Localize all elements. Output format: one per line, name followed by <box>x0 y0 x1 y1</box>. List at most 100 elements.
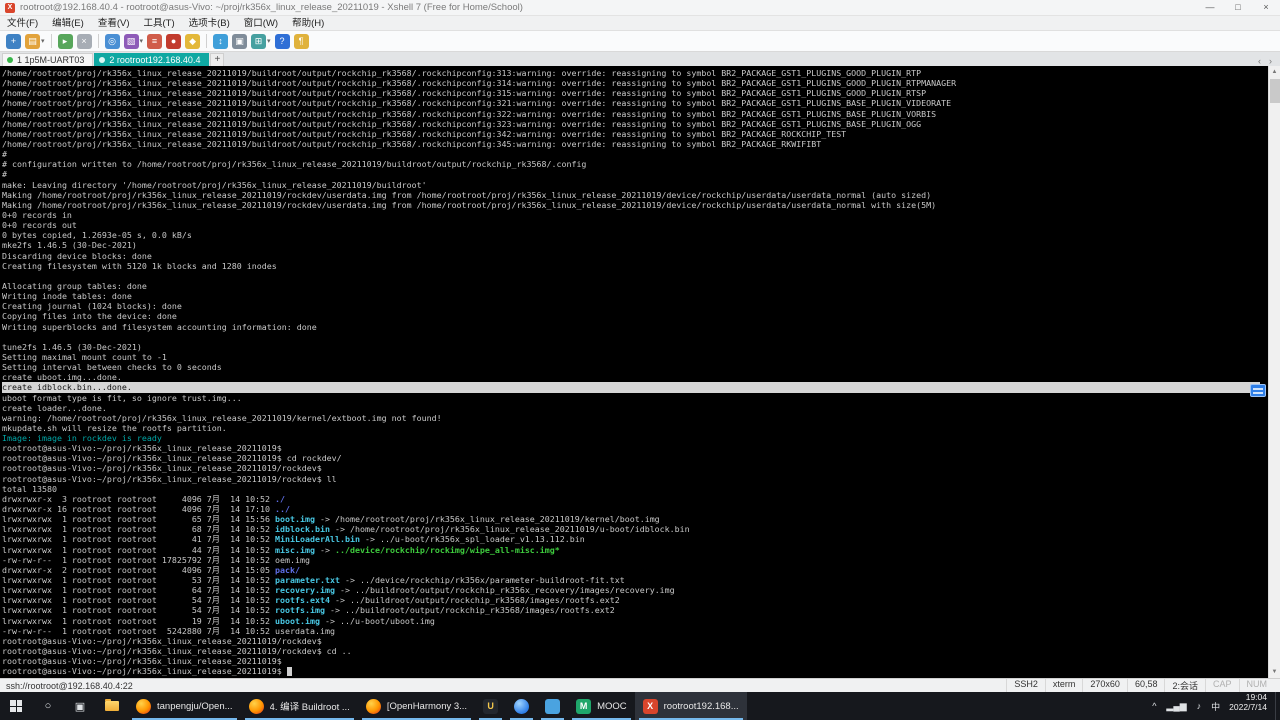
session-tab-1[interactable]: 1 1p5M-UART03 <box>2 53 94 66</box>
scrollbar-down-icon[interactable]: ▼ <box>1269 666 1280 678</box>
taskbar-app-browser[interactable] <box>506 692 537 720</box>
terminal-line: 0+0 records out <box>2 220 77 231</box>
file-transfer-icon[interactable]: ↕ <box>213 33 229 49</box>
record-icon[interactable]: ● <box>166 33 182 49</box>
mooc-icon: M <box>576 698 592 714</box>
quick-command-icon: ≡ <box>147 33 163 49</box>
terminal-line: warning: /home/rootroot/proj/rk356x_linu… <box>2 412 442 423</box>
layout-icon: ⊞ <box>251 33 267 49</box>
terminal-line: /home/rootroot/proj/rk356x_linux_release… <box>2 108 937 119</box>
new-session-icon[interactable]: + <box>6 33 21 49</box>
volume-icon[interactable]: ♪ <box>1192 701 1207 711</box>
dropdown-arrow-icon: ▾ <box>41 38 45 45</box>
taskbar-app-ultraedit[interactable]: U <box>475 692 506 720</box>
session-status-icon <box>99 57 106 63</box>
terminal-scrollbar[interactable]: ▲ ▼ <box>1268 66 1280 678</box>
start-button[interactable] <box>0 692 32 720</box>
record-icon: ● <box>166 33 182 49</box>
terminal-line: lrwxrwxrwx 1 rootroot rootroot 65 7月 14 … <box>2 514 660 525</box>
menu-item[interactable]: 查看(V) <box>91 16 137 31</box>
taskbar-apps: tanpengju/Open... 4. 编译 Buildroot ... [Ope… <box>128 692 747 720</box>
terminal-line: /home/rootroot/proj/rk356x_linux_release… <box>2 98 952 109</box>
taskbar-app-label: [OpenHarmony 3... <box>386 700 468 712</box>
menu-item[interactable]: 窗口(W) <box>237 16 285 31</box>
maximize-button[interactable]: □ <box>1224 0 1252 15</box>
disconnect-icon: × <box>76 33 92 49</box>
scrollbar-thumb[interactable] <box>1270 79 1280 103</box>
terminal-line: make: Leaving directory '/home/rootroot/… <box>2 179 427 190</box>
menu-item[interactable]: 工具(T) <box>136 16 181 31</box>
dropdown-arrow-icon: ▾ <box>267 38 271 45</box>
terminal-line: lrwxrwxrwx 1 rootroot rootroot 54 7月 14 … <box>2 605 615 616</box>
terminal[interactable]: /home/rootroot/proj/rk356x_linux_release… <box>0 66 1280 678</box>
xshell-icon: X <box>642 698 658 714</box>
file-explorer-icon[interactable] <box>96 692 128 720</box>
chat-icon[interactable]: ¶ <box>293 33 309 49</box>
task-view-icon: ▣ <box>74 700 86 713</box>
tab-scroll-controls: ‹ › <box>1254 56 1280 66</box>
taskbar-app-buildroot-doc[interactable]: 4. 编译 Buildroot ... <box>241 692 358 720</box>
menu-item[interactable]: 帮助(H) <box>285 16 331 31</box>
terminal-line: mkupdate.sh will resize the rootfs parti… <box>2 422 227 433</box>
disconnect-icon[interactable]: × <box>76 33 92 49</box>
network-icon[interactable]: ▂▄▆ <box>1161 701 1191 712</box>
open-sessions-icon: ▤ <box>25 33 40 49</box>
taskbar-app-mooc[interactable]: M MOOC <box>568 692 635 720</box>
tab-bar: 1 1p5M-UART03 2 rootroot192.168.40.4 + ‹ … <box>0 52 1280 66</box>
file-transfer-icon: ↕ <box>213 33 229 49</box>
toolbar: + ▤ ▾ ▸ × ◎ ▧ ▾ ≡ ● ◆ ↕ ▣ ⊞ ▾? ¶ <box>0 31 1280 52</box>
terminal-line: 0+0 records in <box>2 209 72 220</box>
taskbar-app-xshell[interactable]: Xrootroot192.168... <box>634 692 747 720</box>
new-tab-button[interactable]: + <box>210 53 225 66</box>
print-icon[interactable]: ▣ <box>232 33 248 49</box>
terminal-line: Writing superblocks and filesystem accou… <box>2 321 317 332</box>
menu-item[interactable]: 文件(F) <box>0 16 45 31</box>
minimize-button[interactable]: — <box>1196 0 1224 15</box>
taskbar-app-label: 4. 编译 Buildroot ... <box>269 702 350 713</box>
task-view-icon[interactable]: ▣ <box>64 692 96 720</box>
show-desktop-button[interactable] <box>1275 692 1280 720</box>
connect-icon: ▸ <box>57 33 73 49</box>
input-method-indicator[interactable]: 中 <box>1206 700 1225 713</box>
terminal-line: -rw-rw-r-- 1 rootroot rootroot 5242880 7… <box>2 625 335 636</box>
session-tab-2[interactable]: 2 rootroot192.168.40.4 <box>94 53 210 66</box>
find-icon[interactable]: ◎ <box>104 33 120 49</box>
title-bar[interactable]: X rootroot@192.168.40.4 - rootroot@asus-… <box>0 0 1280 16</box>
terminal-line: lrwxrwxrwx 1 rootroot rootroot 19 7月 14 … <box>2 615 435 626</box>
hidden-icons-chevron-icon[interactable]: ^ <box>1147 701 1161 711</box>
taskbar-clock[interactable]: 19:04 2022/7/14 <box>1225 692 1275 720</box>
taskbar-app-openharmony[interactable]: [OpenHarmony 3... <box>358 692 475 720</box>
taskbar-app-notes[interactable] <box>537 692 568 720</box>
terminal-line: lrwxrwxrwx 1 rootroot rootroot 44 7月 14 … <box>2 544 560 555</box>
xshell-window: X rootroot@192.168.40.4 - rootroot@asus-… <box>0 0 1280 692</box>
menu-item[interactable]: 编辑(E) <box>45 16 91 31</box>
session-tab-label: 1 1p5M-UART03 <box>17 55 85 65</box>
open-sessions-icon[interactable]: ▤ ▾ <box>25 33 45 49</box>
taskbar-app-tanpengju[interactable]: tanpengju/Open... <box>128 692 241 720</box>
close-button[interactable]: × <box>1252 0 1280 15</box>
lock-screen-icon[interactable]: ◆ <box>185 33 201 49</box>
print-icon: ▣ <box>232 33 248 49</box>
color-scheme-icon: ▧ <box>123 33 139 49</box>
layout-icon[interactable]: ⊞ ▾ <box>251 33 271 49</box>
connect-icon[interactable]: ▸ <box>57 33 73 49</box>
status-item: SSH2 <box>1006 679 1045 692</box>
tab-scroll-left-icon[interactable]: ‹ <box>1254 56 1265 66</box>
help-icon[interactable]: ? <box>274 33 290 49</box>
terminal-cursor <box>286 667 292 677</box>
color-scheme-icon[interactable]: ▧ ▾ <box>123 33 143 49</box>
status-items: SSH2 xterm 270x60 60,58 2:会话 CAP NUM <box>1006 679 1274 692</box>
terminal-line: lrwxrwxrwx 1 rootroot rootroot 64 7月 14 … <box>2 585 675 596</box>
scrollbar-up-icon[interactable]: ▲ <box>1269 66 1280 78</box>
quick-command-icon[interactable]: ≡ <box>147 33 163 49</box>
terminal-line: /home/rootroot/proj/rk356x_linux_release… <box>2 88 927 99</box>
clock-date: 2022/7/14 <box>1229 702 1267 713</box>
menu-item[interactable]: 选项卡(B) <box>182 16 237 31</box>
tab-scroll-right-icon[interactable]: › <box>1265 56 1276 66</box>
scrollbar-marker-icon[interactable] <box>1250 384 1266 397</box>
terminal-line: /home/rootroot/proj/rk356x_linux_release… <box>2 138 822 149</box>
search-icon: ○ <box>44 700 52 712</box>
window-controls: — □ × <box>1196 0 1280 15</box>
search-icon[interactable]: ○ <box>32 692 64 720</box>
